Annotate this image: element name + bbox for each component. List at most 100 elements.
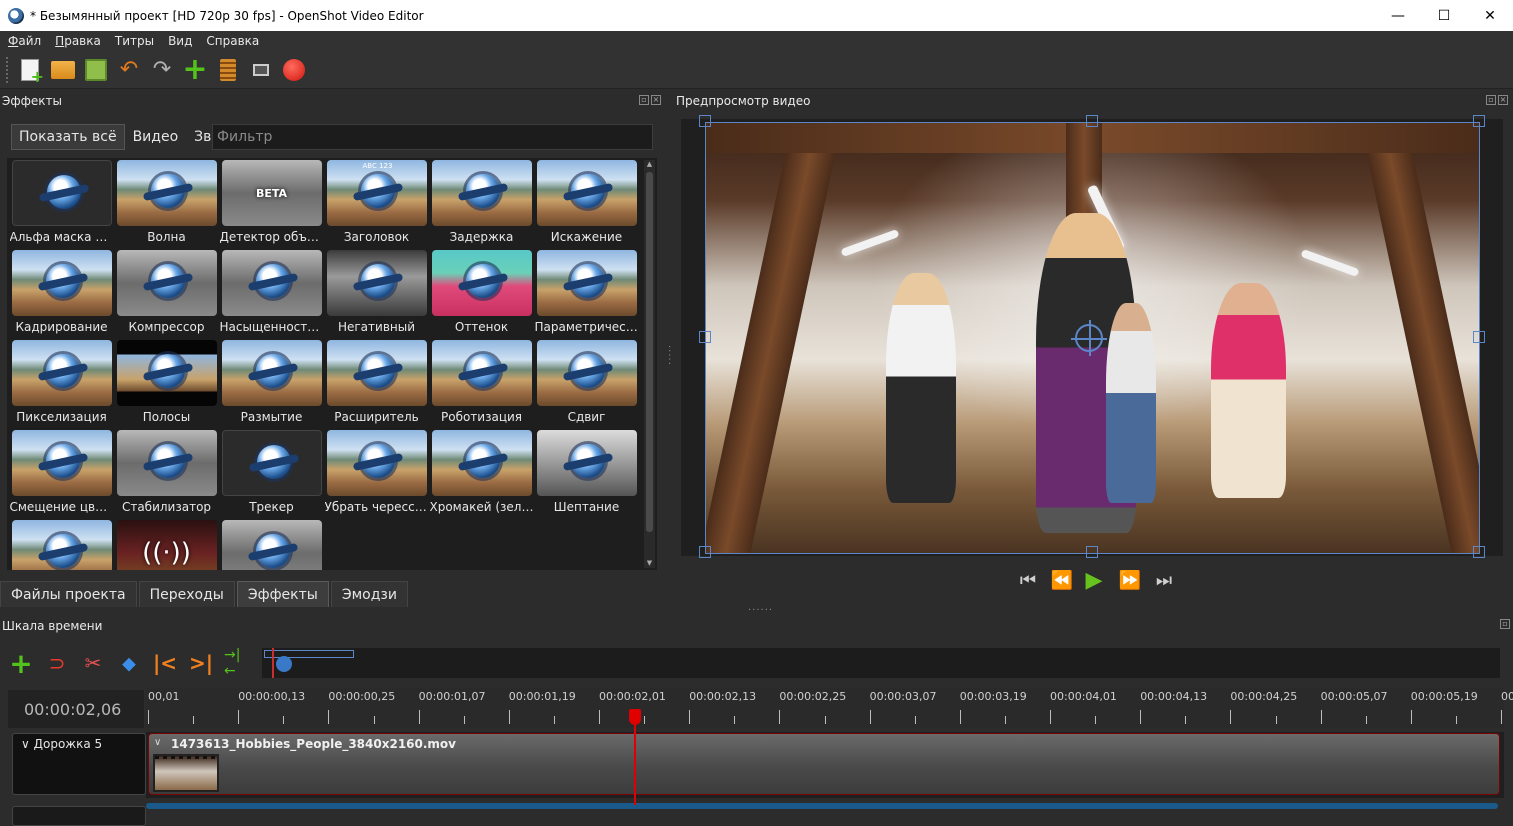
effect-item[interactable]: Расширитель	[324, 340, 429, 430]
effect-item[interactable]: Кадрирование	[9, 250, 114, 340]
transform-handle[interactable]	[699, 331, 711, 343]
effect-item[interactable]: Смещение цвета	[9, 430, 114, 520]
minimize-button[interactable]: —	[1375, 0, 1421, 31]
save-project-button[interactable]	[82, 56, 110, 84]
effect-item[interactable]: Параметрическ...	[534, 250, 639, 340]
effect-item[interactable]: Компрессор	[114, 250, 219, 340]
ruler-tick-label: 00:00:04,13	[1140, 690, 1208, 703]
toolbar-grip[interactable]	[6, 56, 10, 83]
transform-handle[interactable]	[699, 546, 711, 558]
effect-item[interactable]: Полосы	[114, 340, 219, 430]
close-icon[interactable]: ×	[1498, 95, 1508, 105]
transform-handle[interactable]	[1473, 331, 1485, 343]
ruler-tick-label: 00,01	[148, 690, 180, 703]
menu-help[interactable]: Справка	[206, 34, 259, 48]
rewind-button[interactable]: ⏪	[1046, 567, 1074, 593]
razor-button[interactable]: ✂	[80, 650, 106, 676]
effect-item[interactable]: Негативный	[324, 250, 429, 340]
menu-file[interactable]: Файл	[8, 34, 41, 48]
scroll-down-icon[interactable]: ▼	[645, 559, 654, 568]
effect-item[interactable]	[219, 520, 324, 570]
effects-scrollbar[interactable]: ▲ ▼	[644, 160, 655, 568]
redo-button[interactable]: ↷	[148, 56, 176, 84]
export-video-button[interactable]	[280, 56, 308, 84]
import-files-button[interactable]: +	[181, 54, 209, 84]
zoom-selection[interactable]	[264, 650, 354, 658]
effect-item[interactable]: BETA Детектор объек...	[219, 160, 324, 250]
next-marker-button[interactable]: >|	[188, 650, 214, 676]
effect-item[interactable]: Насыщенность ...	[219, 250, 324, 340]
undo-button[interactable]: ↶	[115, 56, 143, 84]
tab-project-files[interactable]: Файлы проекта	[0, 581, 137, 607]
effect-item[interactable]: Шептание	[534, 430, 639, 520]
timeline-zoom-slider[interactable]	[262, 648, 1500, 678]
fast-forward-button[interactable]: ⏩	[1114, 567, 1142, 593]
timeline-ruler[interactable]: 00,01 00:00:00,13 00:00:00,25 00:00:01,07 00…	[146, 688, 1513, 728]
effect-item[interactable]: Стабилизатор	[114, 430, 219, 520]
transform-handle[interactable]	[1086, 546, 1098, 558]
effect-thumbnail	[221, 430, 322, 496]
panel-splitter[interactable]: .....	[666, 345, 677, 366]
chevron-down-icon[interactable]: ∨	[154, 737, 161, 748]
tab-transitions[interactable]: Переходы	[138, 581, 235, 607]
previous-marker-button[interactable]: |<	[152, 650, 178, 676]
scroll-up-icon[interactable]: ▲	[645, 160, 654, 169]
effect-item[interactable]: Пикселизация	[9, 340, 114, 430]
effect-item[interactable]: Убрать чересст...	[324, 430, 429, 520]
track-header[interactable]	[12, 806, 146, 826]
snapping-button[interactable]: ⊃	[44, 650, 70, 676]
effect-item[interactable]: Трекер	[219, 430, 324, 520]
scrollbar-thumb[interactable]	[646, 172, 653, 532]
choose-profile-button[interactable]	[214, 56, 242, 84]
transform-origin-crosshair[interactable]	[1071, 320, 1107, 356]
effect-item[interactable]: Задержка	[429, 160, 534, 250]
effect-item[interactable]: Хромакей (зеле...	[429, 430, 534, 520]
filter-video-button[interactable]: Видео	[125, 124, 187, 150]
open-project-button[interactable]	[49, 56, 77, 84]
transform-handle[interactable]	[1473, 546, 1485, 558]
play-button[interactable]: ▶	[1080, 567, 1108, 593]
close-button[interactable]: ✕	[1467, 0, 1513, 31]
effect-item[interactable]: Роботизация	[429, 340, 534, 430]
vertical-splitter[interactable]: ......	[748, 602, 773, 613]
playhead-line[interactable]	[634, 709, 636, 805]
effect-item[interactable]: ABC 123 Заголовок	[324, 160, 429, 250]
close-icon[interactable]: ×	[651, 95, 661, 105]
effect-item[interactable]: Искажение	[534, 160, 639, 250]
transform-handle[interactable]	[1473, 115, 1485, 127]
jump-start-button[interactable]: ⏮	[1012, 567, 1040, 593]
add-track-button[interactable]: +	[8, 647, 34, 680]
float-icon[interactable]: ▫	[639, 95, 649, 105]
float-icon[interactable]: ▫	[1486, 95, 1496, 105]
fullscreen-button[interactable]	[247, 56, 275, 84]
timeline-horizontal-scrollbar[interactable]	[146, 803, 1498, 809]
track-header[interactable]: ∨ Дорожка 5	[12, 733, 146, 795]
menu-edit[interactable]: Правка	[55, 34, 101, 48]
transform-handle[interactable]	[1086, 115, 1098, 127]
add-marker-button[interactable]: ⬥	[116, 650, 142, 676]
timeline-clip[interactable]: ∨ 1473613_Hobbies_People_3840x2160.mov	[148, 733, 1500, 795]
filter-show-all-button[interactable]: Показать всё	[11, 124, 125, 150]
new-project-button[interactable]	[16, 56, 44, 86]
effects-filter-input[interactable]	[212, 124, 653, 150]
menu-titles[interactable]: Титры	[115, 34, 154, 48]
transform-handle[interactable]	[699, 115, 711, 127]
center-timeline-button[interactable]: →|←	[224, 647, 250, 679]
jump-end-button[interactable]: ⏭	[1148, 567, 1176, 593]
maximize-button[interactable]: ☐	[1421, 0, 1467, 31]
effect-item[interactable]: Сдвиг	[534, 340, 639, 430]
zoom-handle[interactable]	[276, 656, 292, 672]
track-area[interactable]: ∨ 1473613_Hobbies_People_3840x2160.mov	[146, 732, 1504, 798]
effect-item[interactable]	[9, 520, 114, 570]
effect-item[interactable]: Альфа маска и ...	[9, 160, 114, 250]
tab-effects[interactable]: Эффекты	[236, 581, 329, 607]
effect-item[interactable]: Волна	[114, 160, 219, 250]
playback-controls: ⏮ ⏪ ▶ ⏩ ⏭	[1012, 567, 1176, 593]
float-icon[interactable]: ▫	[1500, 619, 1510, 629]
tab-emoji[interactable]: Эмодзи	[330, 581, 408, 607]
effect-item[interactable]: Оттенок	[429, 250, 534, 340]
effect-item[interactable]: ((·))	[114, 520, 219, 570]
effect-item[interactable]: Размытие	[219, 340, 324, 430]
effects-list: Альфа маска и ... Волна BETA Детектор объек…	[7, 158, 657, 570]
menu-view[interactable]: Вид	[168, 34, 192, 48]
